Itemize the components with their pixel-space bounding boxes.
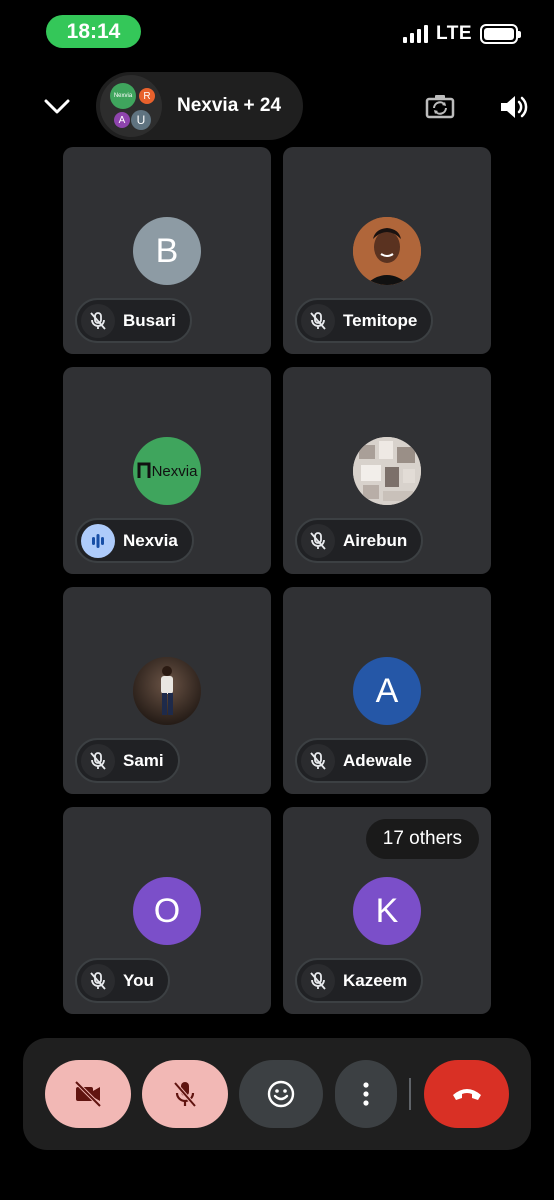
participant-tile-nexvia[interactable]: Nexvia Nexvia <box>63 367 271 574</box>
avatar-photo <box>353 217 421 285</box>
avatar: A <box>353 657 421 725</box>
name-pill: Airebun <box>295 518 424 563</box>
participant-tile-sami[interactable]: Sami <box>63 587 271 794</box>
name-pill: Temitope <box>295 298 434 343</box>
mini-avatar-nexvia: Nexvia <box>110 83 136 109</box>
participant-name: You <box>123 970 154 990</box>
participant-tile-adewale[interactable]: A Adewale <box>283 587 491 794</box>
participant-name: Temitope <box>343 310 418 330</box>
mic-muted-icon <box>301 743 335 778</box>
camera-off-button[interactable] <box>45 1060 131 1128</box>
others-count-badge[interactable]: 17 others <box>365 819 479 859</box>
call-controls-bar <box>23 1038 531 1150</box>
participant-tile-temitope[interactable]: Temitope <box>283 147 491 354</box>
mic-muted-icon <box>301 963 335 998</box>
name-pill: Busari <box>75 298 192 343</box>
end-call-button[interactable] <box>424 1060 509 1128</box>
time-pill[interactable]: 18:14 <box>46 15 141 48</box>
divider <box>409 1078 411 1110</box>
network-type: LTE <box>436 23 472 44</box>
call-info-pill[interactable]: Nexvia R A U Nexvia + 24 <box>96 72 303 140</box>
more-options-button[interactable] <box>335 1060 397 1128</box>
camera-off-icon <box>74 1080 102 1108</box>
emoji-icon <box>267 1080 295 1108</box>
mic-muted-icon <box>301 523 335 558</box>
avatar: K <box>353 877 421 945</box>
mic-muted-icon <box>81 743 115 778</box>
avatar-logo: Nexvia <box>133 437 201 505</box>
name-pill: Kazeem <box>295 958 424 1003</box>
participant-name: Airebun <box>343 530 408 550</box>
mini-avatar-a: A <box>114 112 130 128</box>
participant-name: Sami <box>123 750 164 770</box>
name-pill: You <box>75 958 170 1003</box>
participant-tile-kazeem[interactable]: 17 others K Kazeem <box>283 807 491 1014</box>
speaker-icon[interactable] <box>497 90 531 124</box>
participant-name: Kazeem <box>343 970 408 990</box>
participant-name: Adewale <box>343 750 412 770</box>
mic-muted-icon <box>301 303 335 338</box>
status-bar: 18:14 LTE <box>0 0 554 70</box>
speaking-indicator-icon <box>81 523 115 558</box>
participant-name: Nexvia <box>123 530 178 550</box>
mini-avatar-r: R <box>139 88 155 104</box>
clock: 18:14 <box>66 19 121 43</box>
avatar-photo <box>353 437 421 505</box>
more-vertical-icon <box>363 1082 369 1106</box>
mic-off-icon <box>173 1081 197 1108</box>
participants-avatar-cluster: Nexvia R A U <box>100 75 162 137</box>
name-pill: Nexvia <box>75 518 194 563</box>
signal-icon <box>403 25 429 43</box>
participant-tile-busari[interactable]: B Busari <box>63 147 271 354</box>
mic-muted-icon <box>81 303 115 338</box>
call-header: Nexvia R A U Nexvia + 24 <box>0 72 554 142</box>
call-title: Nexvia + 24 <box>177 95 282 116</box>
status-indicators: LTE <box>403 23 521 45</box>
mini-avatar-u: U <box>131 110 151 130</box>
participant-name: Busari <box>123 310 176 330</box>
name-pill: Adewale <box>295 738 428 783</box>
flip-camera-icon[interactable] <box>423 90 457 124</box>
avatar: B <box>133 217 201 285</box>
avatar-photo <box>133 657 201 725</box>
name-pill: Sami <box>75 738 180 783</box>
chevron-down-icon[interactable] <box>40 90 74 124</box>
battery-icon <box>480 24 521 44</box>
avatar: O <box>133 877 201 945</box>
mic-off-button[interactable] <box>142 1060 228 1128</box>
participant-tile-airebun[interactable]: Airebun <box>283 367 491 574</box>
reactions-button[interactable] <box>239 1060 323 1128</box>
hang-up-icon <box>452 1089 481 1100</box>
participant-tile-you[interactable]: O You <box>63 807 271 1014</box>
mic-muted-icon <box>81 963 115 998</box>
